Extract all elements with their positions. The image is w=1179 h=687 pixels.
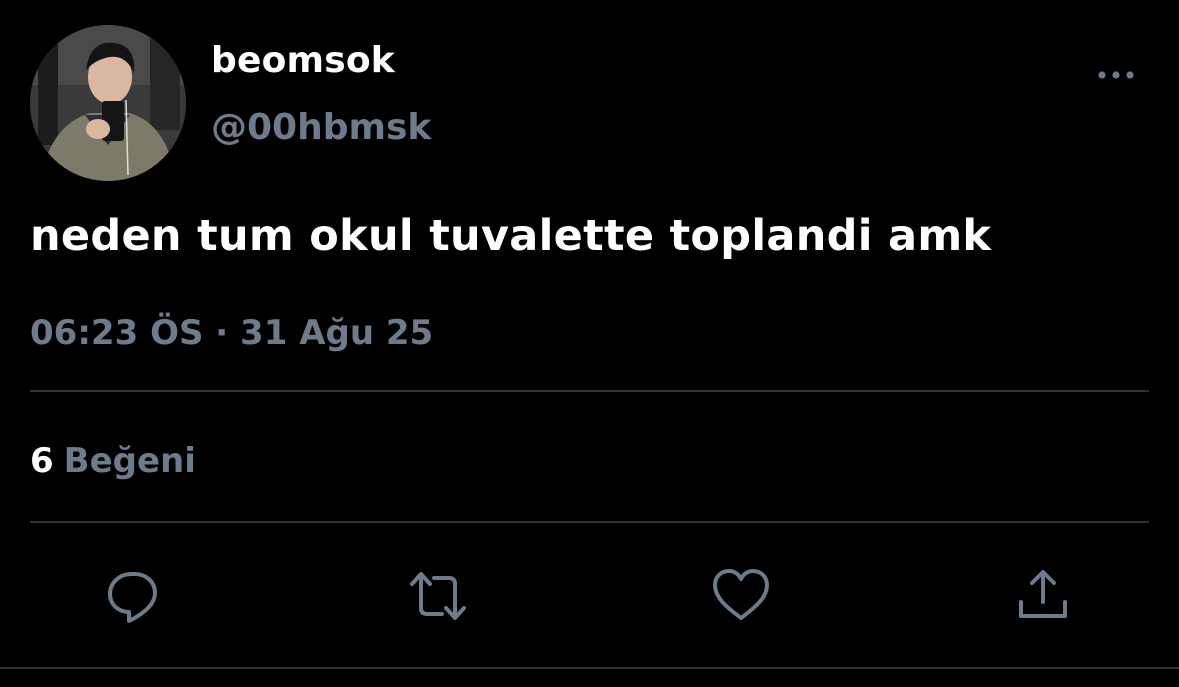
- tweet-text: neden tum okul tuvalette toplandi amk: [30, 211, 992, 261]
- divider: [30, 521, 1149, 523]
- likes-label: Beğeni: [63, 441, 196, 481]
- display-name[interactable]: beomsok: [211, 38, 395, 84]
- likes-count: 6: [30, 441, 54, 481]
- profile-photo: [30, 25, 186, 181]
- user-handle[interactable]: @00hbmsk: [211, 105, 431, 151]
- retweet-arrows-icon: [410, 572, 466, 620]
- more-dots-icon[interactable]: [1094, 64, 1140, 86]
- divider: [30, 390, 1149, 392]
- reply-button[interactable]: [105, 566, 165, 626]
- comment-bubble-icon: [108, 572, 157, 623]
- likes-stat[interactable]: 6 Beğeni: [30, 438, 196, 484]
- divider: [0, 667, 1179, 669]
- tweet-timestamp[interactable]: 06:23 ÖS · 31 Ağu 25: [30, 310, 433, 356]
- avatar[interactable]: [30, 25, 186, 181]
- like-button[interactable]: [711, 566, 771, 626]
- tweet-detail: beomsok @00hbmsk neden tum okul tuvalett…: [0, 0, 1179, 687]
- retweet-button[interactable]: [408, 566, 468, 626]
- heart-icon: [713, 569, 769, 620]
- share-button[interactable]: [1013, 566, 1073, 626]
- share-upload-icon: [1019, 570, 1067, 618]
